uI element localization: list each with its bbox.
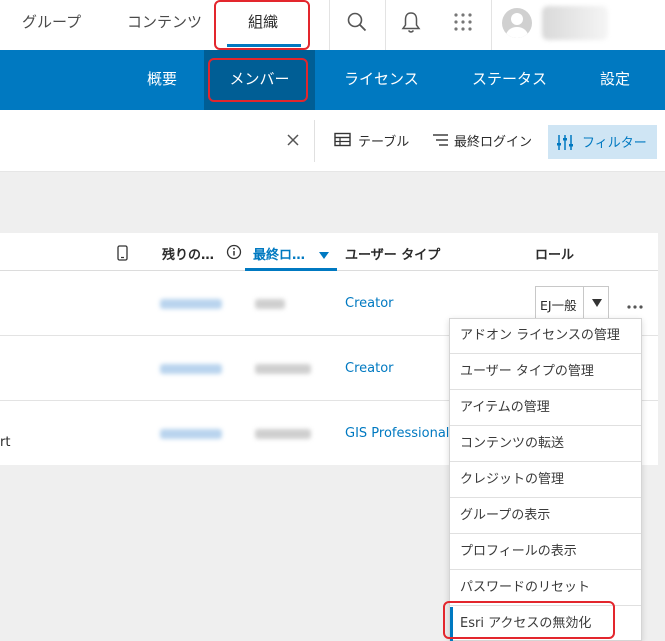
- mobile-icon: [117, 245, 128, 265]
- sort-lines-icon: [432, 133, 450, 153]
- table-header: 残りの… 最終ロ… ユーザー タイプ ロール: [0, 233, 658, 271]
- filter-label: フィルター: [582, 136, 647, 151]
- menu-item-view-profile[interactable]: プロフィールの表示: [450, 535, 641, 570]
- table-view-button[interactable]: テーブル: [358, 131, 409, 150]
- toolbar: テーブル 最終ログイン フィルター: [0, 110, 665, 172]
- actions-menu: アドオン ライセンスの管理 ユーザー タイプの管理 アイテムの管理 コンテンツの…: [449, 318, 642, 641]
- role-select[interactable]: EJ一般: [535, 286, 609, 320]
- avatar[interactable]: [502, 8, 532, 38]
- redacted-value: [160, 364, 222, 374]
- divider: [491, 0, 492, 50]
- app-root: グループ コンテンツ 組織 概要 メンバー ライセンス ステータス 設定 テーブ…: [0, 0, 665, 641]
- info-icon[interactable]: [226, 244, 242, 264]
- redacted-value: [160, 299, 222, 309]
- tab-overview[interactable]: 概要: [147, 50, 177, 110]
- nav-organization[interactable]: 組織: [248, 0, 278, 48]
- column-header-role[interactable]: ロール: [535, 244, 574, 263]
- redacted-value: [255, 364, 311, 374]
- sub-nav: 概要 メンバー ライセンス ステータス 設定: [0, 50, 665, 110]
- divider: [314, 120, 315, 162]
- redacted-value: [160, 429, 222, 439]
- nav-active-underline: [227, 44, 301, 47]
- close-icon[interactable]: [285, 132, 301, 152]
- tab-status[interactable]: ステータス: [472, 50, 547, 110]
- divider: [329, 0, 330, 50]
- user-name-redacted[interactable]: [542, 6, 608, 40]
- nav-groups[interactable]: グループ: [22, 0, 81, 48]
- column-header-last-login[interactable]: 最終ロ…: [253, 244, 305, 263]
- nav-content[interactable]: コンテンツ: [127, 0, 202, 48]
- tab-licenses[interactable]: ライセンス: [344, 50, 419, 110]
- filter-button[interactable]: フィルター: [548, 125, 657, 159]
- filter-sliders-icon: [556, 134, 574, 155]
- menu-item-disable-esri-access[interactable]: Esri アクセスの無効化: [450, 607, 641, 641]
- user-type-link[interactable]: GIS Professional A: [345, 426, 462, 441]
- column-header-user-type[interactable]: ユーザー タイプ: [345, 244, 440, 263]
- menu-item-transfer-content[interactable]: コンテンツの転送: [450, 427, 641, 462]
- divider: [385, 0, 386, 50]
- menu-item-manage-credits[interactable]: クレジットの管理: [450, 463, 641, 498]
- column-header-remaining[interactable]: 残りの…: [162, 244, 214, 263]
- tab-members[interactable]: メンバー: [204, 50, 315, 110]
- caret-down-icon[interactable]: [318, 246, 330, 265]
- menu-item-manage-user-type[interactable]: ユーザー タイプの管理: [450, 355, 641, 390]
- apps-grid-icon[interactable]: [451, 10, 477, 36]
- bell-icon[interactable]: [399, 10, 425, 36]
- user-type-link[interactable]: Creator: [345, 296, 394, 311]
- role-select-toggle[interactable]: [583, 287, 609, 319]
- table-icon: [334, 132, 352, 152]
- search-icon[interactable]: [345, 10, 371, 36]
- more-dots-icon[interactable]: [626, 295, 644, 314]
- menu-item-manage-addon-licenses[interactable]: アドオン ライセンスの管理: [450, 319, 641, 354]
- redacted-value: [255, 429, 311, 439]
- menu-item-reset-password[interactable]: パスワードのリセット: [450, 571, 641, 606]
- tab-settings[interactable]: 設定: [600, 50, 630, 110]
- name-fragment: rt: [0, 435, 11, 450]
- menu-item-manage-items[interactable]: アイテムの管理: [450, 391, 641, 426]
- user-type-link[interactable]: Creator: [345, 361, 394, 376]
- menu-item-view-groups[interactable]: グループの表示: [450, 499, 641, 534]
- role-select-value: EJ一般: [540, 298, 577, 313]
- top-nav: グループ コンテンツ 組織: [0, 0, 665, 50]
- redacted-value: [255, 299, 285, 309]
- sort-last-login-button[interactable]: 最終ログイン: [454, 131, 532, 150]
